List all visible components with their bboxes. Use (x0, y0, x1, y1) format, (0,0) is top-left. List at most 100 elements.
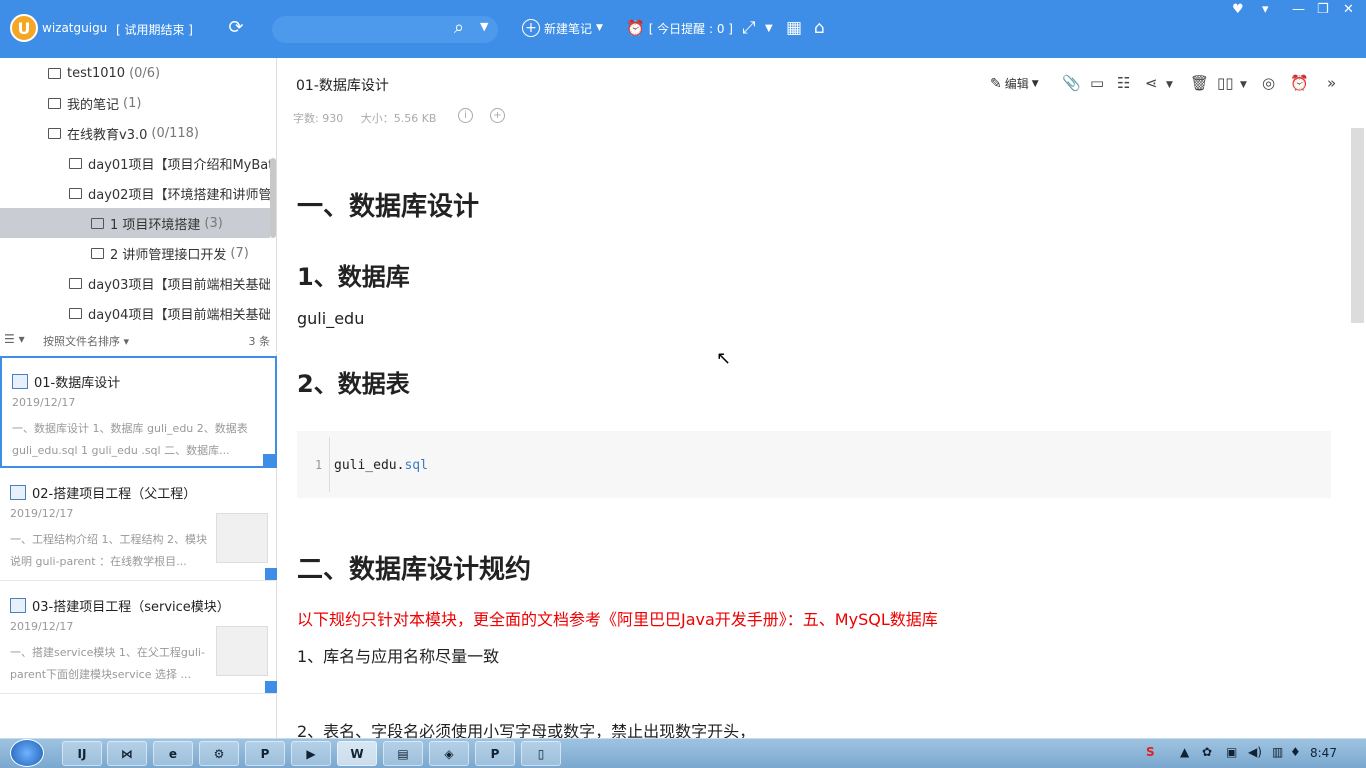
start-button[interactable] (10, 739, 44, 767)
chevron-down-icon: ▼ (1031, 78, 1039, 89)
tray-misc-icon[interactable]: ♦ (1290, 745, 1301, 759)
doc-meta: 字数: 930 大小：5.56 KB (293, 110, 436, 126)
heading-1: 一、数据库设计 (297, 192, 480, 222)
heading-2: 2、数据表 (297, 370, 410, 398)
media-taskbar-icon[interactable]: ▶ (291, 741, 331, 766)
folder-icon (69, 307, 82, 319)
tree-item[interactable]: day02项目【环境搭建和讲师管 (0, 178, 270, 208)
close-icon[interactable]: ✕ (1343, 2, 1354, 17)
list-view-icon[interactable]: ☰ ▾ (4, 332, 25, 346)
weibo-icon[interactable]: ◎ (1262, 74, 1275, 92)
tree-item-label: test1010 (67, 65, 126, 81)
tree-item-label: 1 项目环境搭建 (110, 217, 201, 233)
new-note-label: 新建笔记 (544, 21, 593, 36)
doc-scrollbar[interactable] (1351, 128, 1364, 323)
note-card[interactable]: 01-数据库设计 2019/12/17 一、数据库设计 1、数据库 guli_e… (0, 356, 277, 468)
tree-item-label: 2 讲师管理接口开发 (110, 247, 227, 263)
red-note: 以下规约只针对本模块，更全面的文档参考《阿里巴巴Java开发手册》：五、MySQ… (297, 610, 938, 629)
note-count: 3 条 (248, 335, 271, 348)
tree-item[interactable]: 在线教育v3.0 (0/118) (0, 118, 270, 148)
folder-icon (48, 127, 61, 139)
note-thumbnail (216, 513, 268, 563)
add-tag-icon[interactable]: + (490, 108, 505, 123)
settings-taskbar-icon[interactable]: ⚙ (199, 741, 239, 766)
tree-item[interactable]: test1010 (0/6) (0, 58, 270, 88)
new-note-button[interactable]: + 新建笔记 ▼ (522, 19, 603, 37)
clock[interactable]: 8:47 (1310, 746, 1337, 760)
edit-button[interactable]: ✎ 编辑 ▼ (990, 75, 1039, 92)
code-line: guli_edu.sql (334, 458, 428, 473)
heading-2: 1、数据库 (297, 263, 410, 291)
folder-icon (91, 247, 104, 259)
note-date: 2019/12/17 (12, 396, 76, 409)
username[interactable]: wizatguigu (42, 21, 107, 35)
folder-taskbar-icon[interactable]: ▤ (383, 741, 423, 766)
expand-icon[interactable]: ⤢ (742, 18, 756, 38)
chevron-down-icon[interactable]: ▼ (480, 20, 488, 33)
tree-item[interactable]: 我的笔记 (1) (0, 88, 270, 118)
read-mode-icon[interactable]: ▯▯ (1217, 74, 1234, 92)
network-icon[interactable]: ▥ (1272, 745, 1283, 759)
wiznote-taskbar-icon[interactable]: W (337, 741, 377, 766)
tray-app-icon[interactable]: ✿ (1202, 745, 1212, 759)
note-card[interactable]: 02-搭建项目工程（父工程） 2019/12/17 一、工程结构介绍 1、工程结… (0, 469, 277, 581)
word-count: 字数: 930 (293, 112, 344, 125)
home-icon[interactable]: ⌂ (814, 18, 825, 38)
grid-icon[interactable]: ▦ (786, 18, 802, 38)
volume-icon[interactable]: ◀) (1248, 745, 1262, 759)
sogou-icon[interactable]: S (1146, 745, 1155, 759)
tree-scrollbar[interactable] (270, 158, 276, 238)
history-icon[interactable]: ☷ (1117, 74, 1130, 92)
restore-icon[interactable]: ❐ (1317, 2, 1329, 17)
tree-item-count: (0/118) (151, 125, 199, 141)
code-line-number: 1 (315, 458, 323, 472)
vscode-taskbar-icon[interactable]: ⋈ (107, 741, 147, 766)
note-date: 2019/12/17 (10, 507, 74, 520)
tree-item[interactable]: day03项目【项目前端相关基础 (0, 268, 270, 298)
tree-item[interactable]: day01项目【项目介绍和MyBat (0, 148, 270, 178)
share-icon[interactable]: ⋖ (1145, 74, 1158, 92)
chevron-down-icon[interactable]: ▼ (1166, 80, 1173, 90)
attachment-icon[interactable]: 📎 (1062, 74, 1081, 92)
alarm-icon[interactable]: ⏰ (1290, 74, 1309, 92)
delete-icon[interactable]: 🗑 (1190, 74, 1209, 92)
sort-dropdown[interactable]: 按照文件名排序 ▾ (43, 333, 129, 349)
tree-item[interactable]: 2 讲师管理接口开发 (7) (0, 238, 270, 268)
tree-item-label: 在线教育v3.0 (67, 127, 148, 143)
sync-icon[interactable]: ⟳ (226, 18, 246, 38)
chevron-down-icon[interactable]: ▼ (1240, 80, 1247, 90)
code-block[interactable]: 1 guli_edu.sql (297, 431, 1331, 498)
sort-bar: ☰ ▾ 按照文件名排序 ▾ 3 条 (0, 328, 277, 352)
reminder-button[interactable]: ⏰ [ 今日提醒 : 0 ] (626, 19, 733, 37)
search-input[interactable] (272, 16, 498, 43)
reminder-label: [ 今日提醒 : 0 ] (648, 21, 733, 36)
network-taskbar-icon[interactable]: ◈ (429, 741, 469, 766)
tray-device-icon[interactable]: ▣ (1226, 745, 1237, 759)
tree-item[interactable]: day04项目【项目前端相关基础 (0, 298, 270, 328)
doc-title[interactable]: 01-数据库设计 (296, 75, 389, 95)
plus-icon: + (522, 19, 540, 37)
intellij-taskbar-icon[interactable]: IJ (62, 741, 102, 766)
note-card[interactable]: 03-搭建项目工程（service模块） 2019/12/17 一、搭建serv… (0, 582, 277, 694)
search-icon[interactable]: ⌕ (454, 17, 464, 38)
notepad-taskbar-icon[interactable]: ▯ (521, 741, 561, 766)
info-icon[interactable]: i (458, 108, 473, 123)
menu-icon[interactable]: ▾ (1262, 2, 1269, 17)
p2-app-taskbar-icon[interactable]: P (475, 741, 515, 766)
note-thumbnail (216, 626, 268, 676)
folder-icon (91, 217, 104, 229)
edit-icon: ✎ (990, 75, 1002, 92)
tray-arrow-icon[interactable]: ▲ (1180, 745, 1189, 759)
note-snippet: 一、搭建service模块 1、在父工程guli-parent下面创建模块ser… (10, 646, 205, 681)
code-gutter-divider (329, 437, 330, 492)
p-app-taskbar-icon[interactable]: P (245, 741, 285, 766)
paragraph: guli_edu (297, 309, 365, 328)
comment-icon[interactable]: ▭ (1090, 74, 1104, 92)
chevron-down-icon[interactable]: ▼ (765, 23, 773, 34)
skin-icon[interactable]: ♥ (1232, 2, 1244, 17)
browser-taskbar-icon[interactable]: e (153, 741, 193, 766)
trial-status[interactable]: [ 试用期结束 ] (116, 21, 193, 38)
minimize-icon[interactable]: — (1292, 2, 1305, 17)
more-icon[interactable]: » (1327, 74, 1336, 92)
tree-item-selected[interactable]: 1 项目环境搭建 (3) (0, 208, 270, 238)
